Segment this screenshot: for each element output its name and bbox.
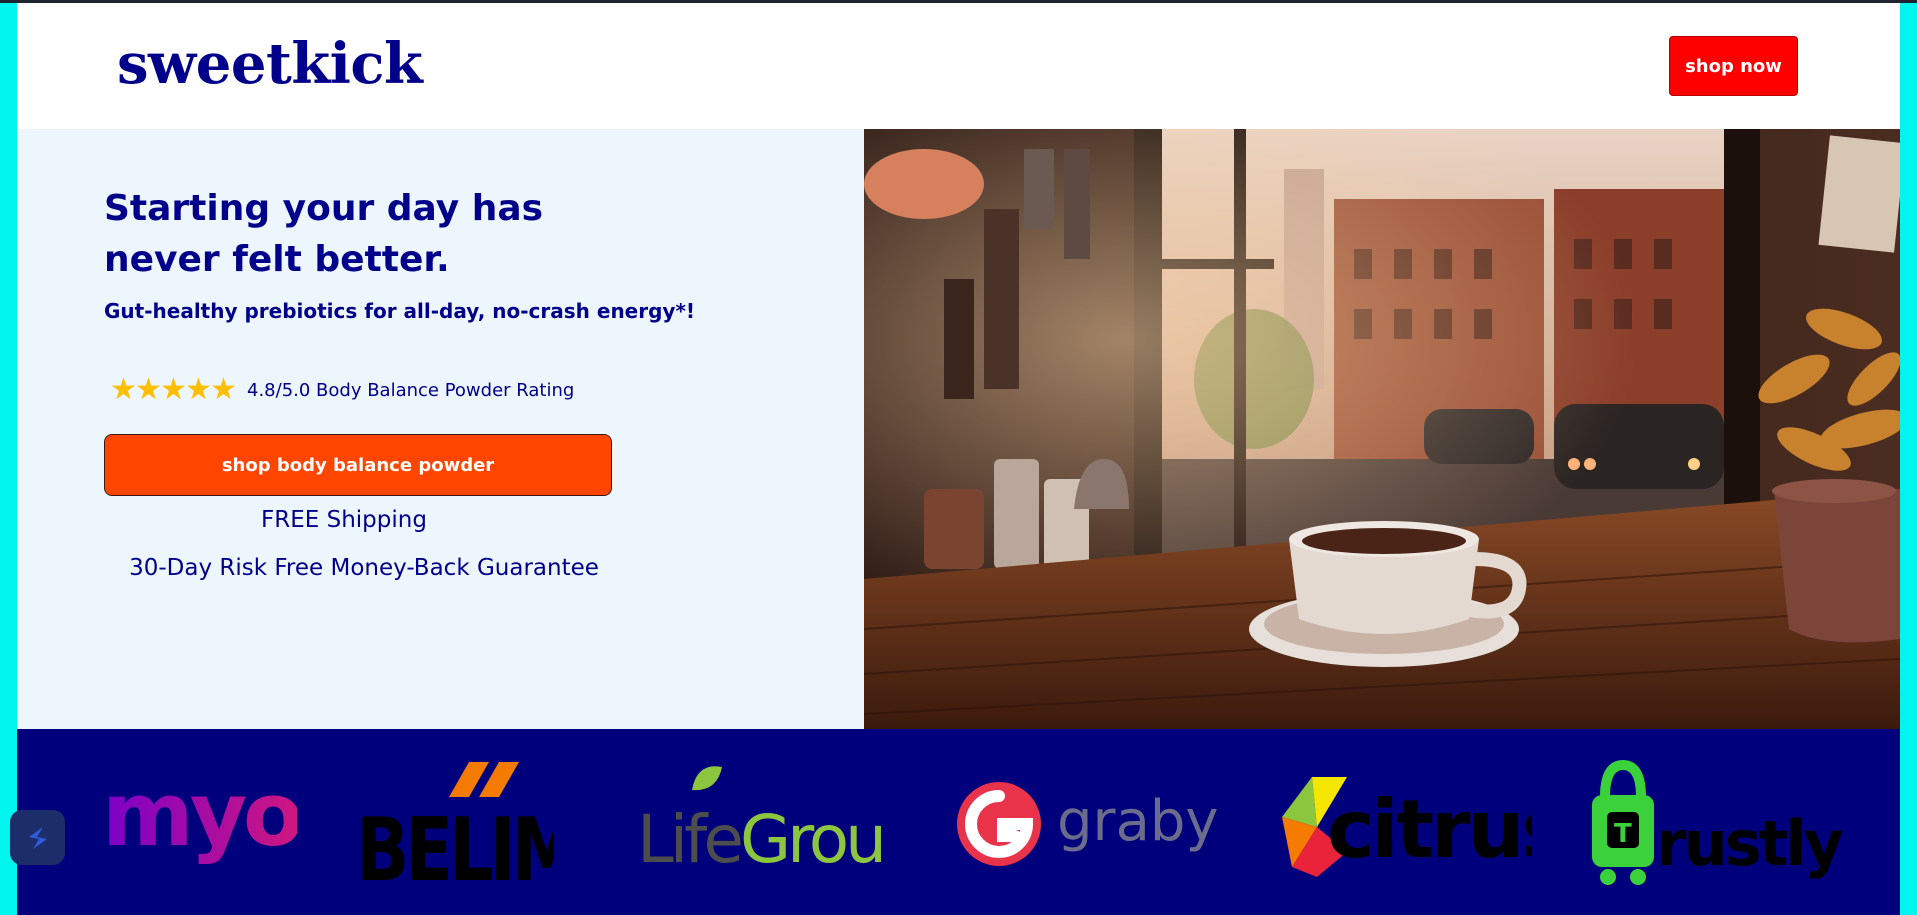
hero-subheadline: Gut-healthy prebiotics for all-day, no-c… bbox=[104, 299, 696, 323]
lifegroups-logo-text: LifeGroups bbox=[637, 801, 887, 878]
belimo-logo-text: BELIMO bbox=[356, 798, 554, 892]
shop-body-balance-powder-button[interactable]: shop body balance powder bbox=[104, 434, 612, 496]
landing-page: sweetkick shop now Starting your day has… bbox=[17, 3, 1900, 915]
cafe-window-coffee-cup-illustration bbox=[864, 129, 1900, 729]
citrus-logo-text: citrus bbox=[1327, 783, 1532, 876]
partner-logos-band: myob BELIMO LifeGroups g bbox=[17, 729, 1900, 915]
grabyo-logo: grabyo bbox=[957, 729, 1217, 915]
hero-image bbox=[864, 129, 1900, 729]
widget-icon bbox=[28, 826, 47, 849]
brand-logo[interactable]: sweetkick bbox=[117, 31, 423, 97]
floating-widget-button[interactable] bbox=[10, 810, 65, 865]
star-icon: ★ bbox=[210, 372, 237, 407]
star-icon: ★ bbox=[135, 372, 162, 407]
hero-text-panel: Starting your day has never felt better.… bbox=[17, 129, 864, 729]
trustly-logo-text: rustly bbox=[1656, 807, 1844, 880]
rating-stars: ★ ★ ★ ★ ★ bbox=[110, 372, 237, 407]
citrus-logo: citrus bbox=[1272, 729, 1532, 915]
star-icon: ★ bbox=[160, 372, 187, 407]
svg-text:T: T bbox=[1614, 819, 1632, 849]
hero-headline: Starting your day has never felt better. bbox=[104, 183, 804, 285]
myob-logo-text: myob bbox=[102, 767, 297, 866]
shop-now-button[interactable]: shop now bbox=[1669, 36, 1798, 96]
myob-logo: myob bbox=[102, 729, 297, 915]
site-header: sweetkick shop now bbox=[17, 3, 1900, 129]
rating-text: 4.8/5.0 Body Balance Powder Rating bbox=[247, 379, 575, 401]
belimo-logo: BELIMO bbox=[354, 729, 554, 915]
grabyo-logo-text: grabyo bbox=[1057, 789, 1217, 854]
free-shipping-text: FREE Shipping bbox=[261, 507, 427, 533]
headline-line-1: Starting your day has bbox=[104, 188, 544, 229]
money-back-guarantee-text: 30-Day Risk Free Money-Back Guarantee bbox=[129, 555, 599, 581]
headline-line-2: never felt better. bbox=[104, 239, 450, 280]
star-icon: ★ bbox=[110, 372, 137, 407]
star-icon: ★ bbox=[185, 372, 212, 407]
product-rating: ★ ★ ★ ★ ★ 4.8/5.0 Body Balance Powder Ra… bbox=[110, 375, 574, 405]
trustly-logo: T rustly bbox=[1590, 729, 1850, 915]
lifegroups-logo: LifeGroups bbox=[637, 729, 887, 915]
